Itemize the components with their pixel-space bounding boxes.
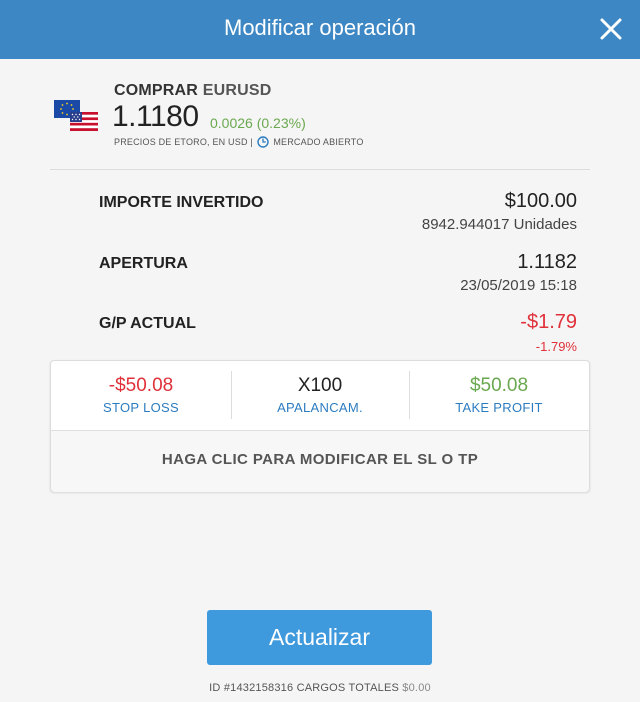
clock-icon xyxy=(256,136,269,148)
invested-amount-value: $100.00 xyxy=(504,190,577,212)
stop-loss-label: STOP LOSS xyxy=(103,400,179,415)
take-profit-cell[interactable]: $50.08 TAKE PROFIT xyxy=(409,361,589,431)
modal-header: Modificar operación xyxy=(0,0,640,59)
leverage-cell[interactable]: X100 APALANCAM. xyxy=(231,361,409,431)
stop-loss-value: -$50.08 xyxy=(108,375,174,396)
modal-title: Modificar operación xyxy=(224,15,416,40)
current-price: 1.1180 xyxy=(112,100,199,133)
eur-usd-flags-icon xyxy=(54,100,98,132)
current-pnl-label: G/P ACTUAL xyxy=(99,315,196,332)
market-status: MERCADO ABIERTO xyxy=(273,137,364,147)
open-date-value: 23/05/2019 15:18 xyxy=(460,277,577,294)
instrument-symbol[interactable]: EURUSD xyxy=(203,82,272,99)
modify-sl-tp-button[interactable]: HAGA CLIC PARA MODIFICAR EL SL O TP xyxy=(51,431,589,492)
price-change: 0.0026 (0.23%) xyxy=(210,115,306,131)
current-pnl-percent: -1.79% xyxy=(535,339,577,354)
leverage-label: APALANCAM. xyxy=(277,400,363,415)
open-rate-label: APERTURA xyxy=(99,255,188,272)
leverage-value: X100 xyxy=(297,375,343,396)
price-source-note: PRECIOS DE ETORO, EN USD xyxy=(114,137,248,147)
section-divider xyxy=(50,169,590,170)
meta-separator: | xyxy=(250,137,253,147)
sl-tp-card: -$50.08 STOP LOSS X100 APALANCAM. $50.08… xyxy=(50,360,590,492)
trade-direction: COMPRAR xyxy=(114,82,199,99)
take-profit-value: $50.08 xyxy=(469,375,529,396)
instrument-summary: COMPRAR EURUSD 1.1180 0.0026 (0.23%) PRE… xyxy=(52,82,592,152)
open-rate-value: 1.1182 xyxy=(517,251,577,273)
units-value: 8942.944017 Unidades xyxy=(421,216,577,233)
current-pnl-value: -$1.79 xyxy=(520,311,577,333)
update-button[interactable]: Actualizar xyxy=(207,610,432,665)
footer-info: ID #1432158316 CARGOS TOTALES $0.00 xyxy=(0,682,640,694)
instrument-title: COMPRAR EURUSD xyxy=(114,82,272,100)
close-icon[interactable] xyxy=(598,16,624,42)
take-profit-label: TAKE PROFIT xyxy=(455,400,543,415)
trade-id-charges: ID #1432158316 CARGOS TOTALES xyxy=(209,682,400,694)
total-fees-value: $0.00 xyxy=(402,682,431,694)
stop-loss-cell[interactable]: -$50.08 STOP LOSS xyxy=(51,361,231,431)
price-source-line: PRECIOS DE ETORO, EN USD | MERCADO ABIER… xyxy=(114,136,364,148)
invested-amount-label: IMPORTE INVERTIDO xyxy=(99,194,264,211)
